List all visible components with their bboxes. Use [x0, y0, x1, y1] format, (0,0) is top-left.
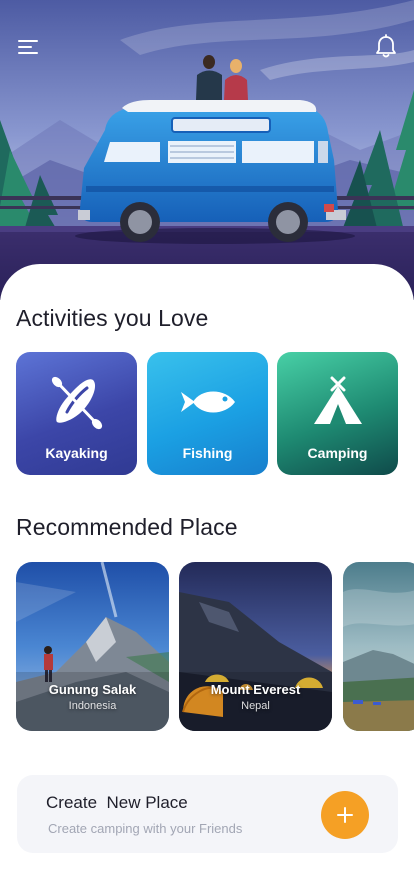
recommended-places-row: Gunung Salak Indonesia Mount Everest Nep… — [16, 562, 414, 732]
plus-icon[interactable] — [321, 791, 369, 839]
place-card-gunung-salak[interactable]: Gunung Salak Indonesia — [16, 562, 169, 731]
fish-icon — [147, 374, 268, 430]
hero-banner — [0, 0, 414, 300]
place-card-mount-everest[interactable]: Mount Everest Nepal — [179, 562, 332, 731]
create-place-card[interactable]: Create New Place Create camping with you… — [17, 775, 398, 853]
camper-van-illustration — [0, 0, 414, 300]
place-photo — [343, 562, 414, 731]
recommended-title: Recommended Place — [16, 514, 238, 540]
activity-card-kayaking[interactable]: Kayaking — [16, 352, 137, 475]
menu-button[interactable] — [16, 36, 42, 58]
activities-title: Activities you Love — [16, 305, 209, 331]
bell-icon[interactable] — [374, 34, 398, 60]
menu-line — [18, 46, 32, 48]
kayak-icon — [16, 374, 137, 430]
menu-line — [18, 40, 38, 42]
activity-label: Kayaking — [45, 445, 108, 461]
place-name: Mount Everest — [210, 682, 301, 697]
activity-card-camping[interactable]: Camping — [277, 352, 398, 475]
place-card-partial[interactable] — [343, 562, 414, 731]
activity-label: Fishing — [182, 445, 233, 461]
create-place-subtitle: Create camping with your Friends — [48, 821, 243, 836]
place-name: Gunung Salak — [48, 682, 137, 697]
activity-card-fishing[interactable]: Fishing — [147, 352, 268, 475]
activity-label: Camping — [307, 445, 368, 461]
place-location: Nepal — [241, 700, 270, 712]
place-location: Indonesia — [68, 700, 117, 712]
create-place-title: Create New Place — [46, 793, 188, 812]
tent-icon — [277, 374, 398, 430]
menu-line — [18, 52, 38, 54]
activities-row: Kayaking Fishing Camping — [16, 352, 398, 475]
